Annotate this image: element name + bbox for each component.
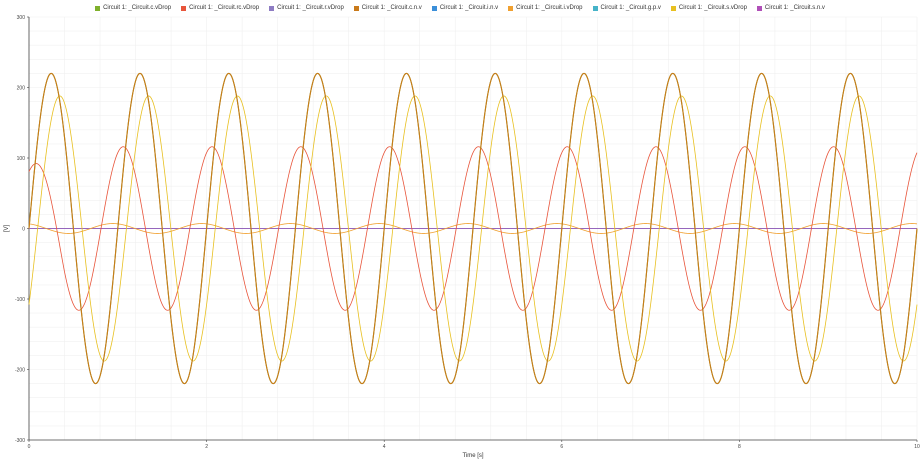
y-tick-label: 200 [17,86,26,92]
chart-container: Circuit 1: _Circuit.c.vDrop Circuit 1: _C… [0,0,920,460]
y-tick-label: 0 [22,227,25,233]
y-tick-label: -100 [15,297,25,303]
series-group [28,72,918,385]
x-tick-label: 0 [28,444,31,450]
y-tick-label: 300 [17,15,26,21]
x-axis-label: Time [s] [462,453,483,459]
x-tick-label: 4 [383,444,386,450]
y-tick-label: 100 [17,156,26,162]
x-tick-label: 10 [914,444,920,450]
y-axis-label: [V] [4,225,10,233]
x-tick-label: 6 [560,444,563,450]
series-line [28,72,918,385]
y-tick-label: -200 [15,368,25,374]
x-tick-label: 2 [205,444,208,450]
y-tick-label: -300 [15,438,25,444]
chart-plot: -300 -200 -100 0 100 200 300 0 2 4 6 8 10 Time [s] [V] [4,15,920,459]
x-tick-label: 8 [738,444,741,450]
